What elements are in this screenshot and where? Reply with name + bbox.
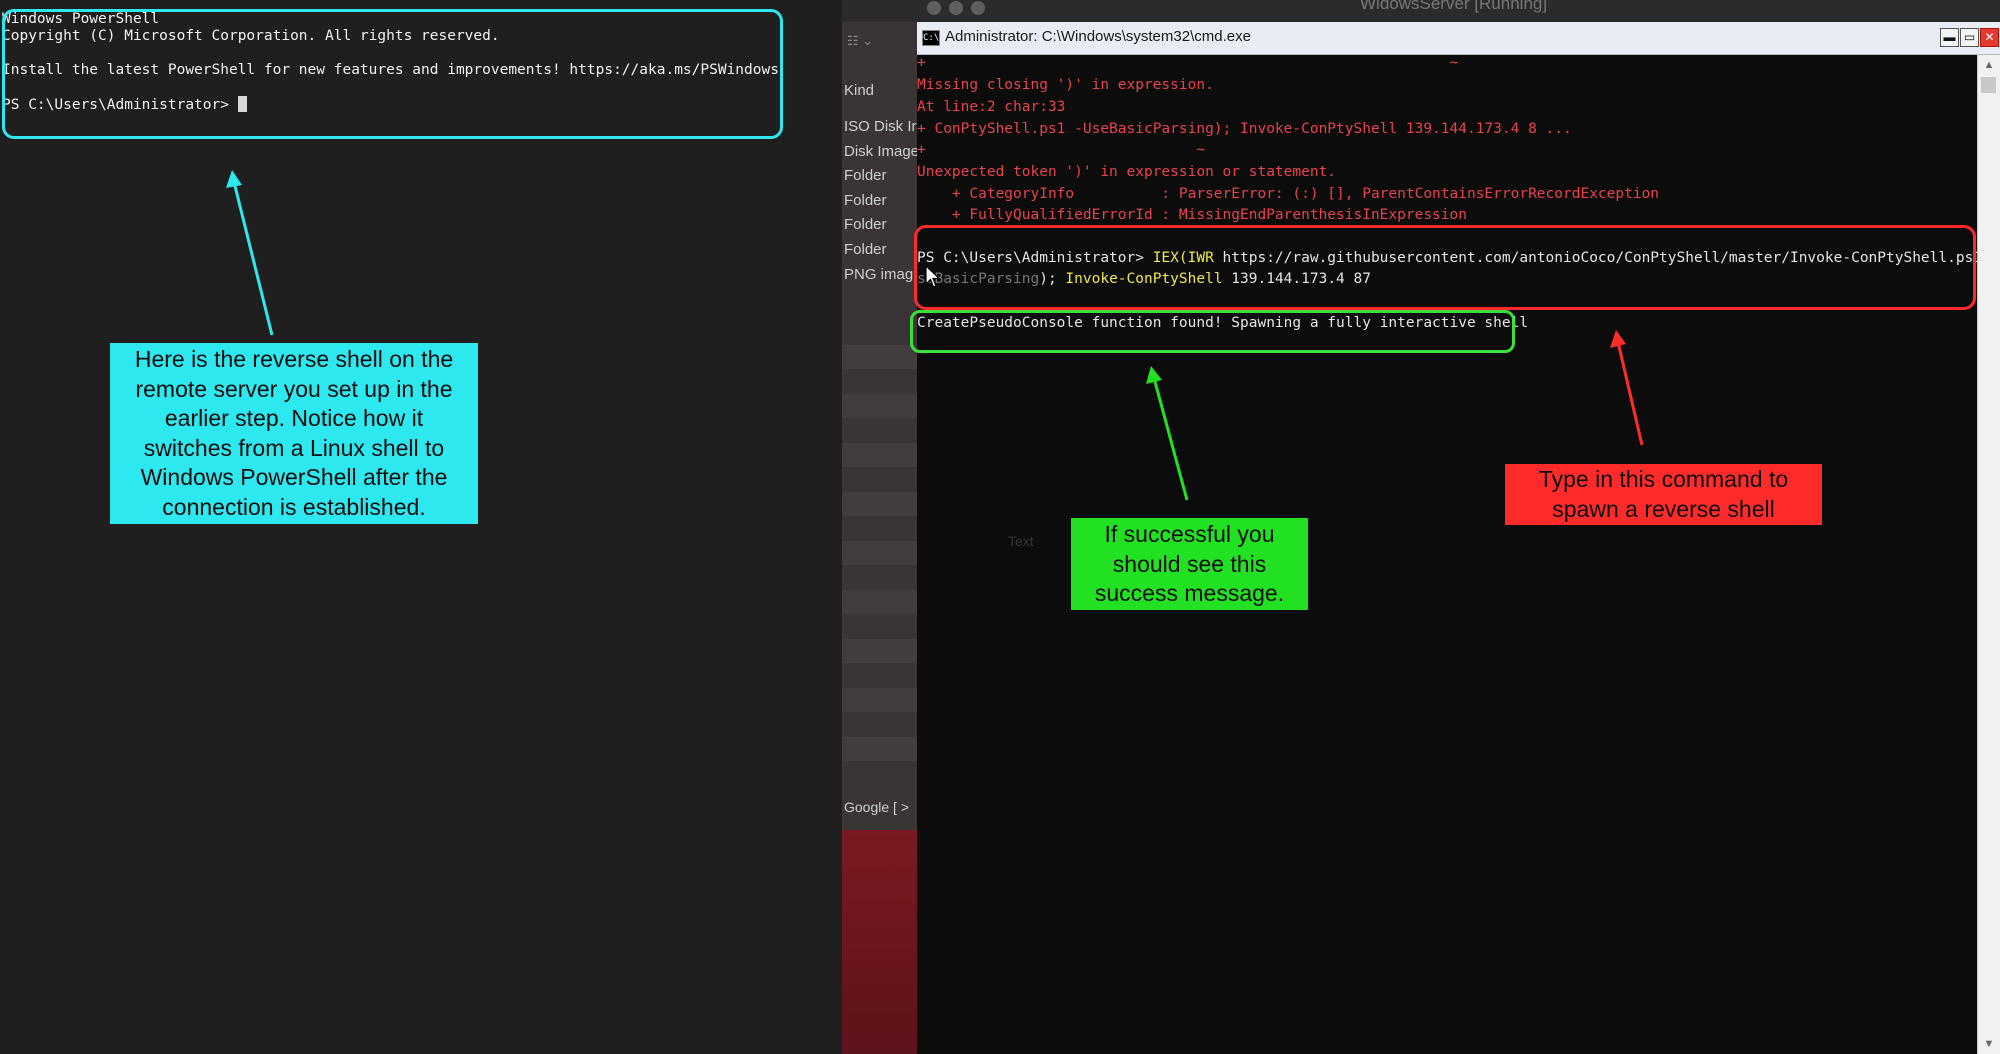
red-arrow: [1616, 341, 1644, 446]
green-arrow: [1152, 377, 1189, 501]
green-callout: If successful you should see this succes…: [1071, 518, 1308, 610]
red-arrowhead: [1610, 330, 1626, 348]
cyan-arrowhead: [226, 170, 242, 188]
red-callout: Type in this command to spawn a reverse …: [1505, 464, 1822, 525]
cyan-callout: Here is the reverse shell on the remote …: [110, 343, 478, 524]
cyan-arrow: [232, 181, 274, 336]
green-arrowhead: [1146, 366, 1162, 384]
annotation-arrows: [226, 170, 1644, 501]
stray-text-label: Text: [1008, 533, 1034, 549]
